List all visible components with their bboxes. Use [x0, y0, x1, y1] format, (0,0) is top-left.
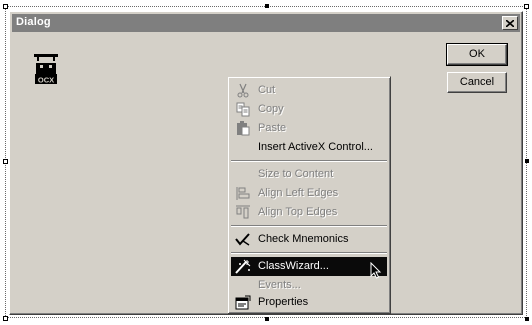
menu-item-classwizard[interactable]: ClassWizard...	[231, 257, 387, 276]
classwizard-icon	[235, 259, 251, 274]
dialog-title-bar[interactable]: Dialog	[12, 14, 520, 32]
menu-item-label: Check Mnemonics	[258, 233, 349, 245]
align-top-icon	[236, 205, 250, 219]
menu-item-label: Cut	[258, 84, 276, 96]
menu-item-label: Size to Content	[258, 168, 334, 180]
activex-control-label: OCX	[38, 76, 54, 85]
menu-separator	[231, 225, 387, 227]
menu-item-label: ClassWizard...	[258, 260, 329, 272]
mouse-pointer-icon	[370, 262, 382, 279]
menu-item-size-to-content[interactable]: Size to Content	[231, 165, 387, 184]
resize-handle-bottom-left	[3, 316, 8, 321]
context-menu: Cut Copy Paste Insert ActiveX Control...…	[227, 76, 391, 314]
resize-handle-bottom-right[interactable]	[525, 317, 529, 321]
align-left-icon	[236, 187, 250, 200]
menu-item-label: Align Left Edges	[258, 187, 339, 199]
cancel-button[interactable]: Cancel	[447, 72, 507, 93]
menu-item-label: Insert ActiveX Control...	[258, 141, 373, 153]
close-icon	[506, 19, 514, 27]
properties-icon	[235, 295, 251, 310]
menu-item-check-mnemonics[interactable]: Check Mnemonics	[231, 230, 387, 249]
menu-item-insert-activex-control[interactable]: Insert ActiveX Control...	[231, 138, 387, 157]
menu-item-label: Copy	[258, 103, 284, 115]
menu-item-label: Paste	[258, 122, 287, 134]
resize-handle-right[interactable]	[525, 159, 529, 163]
menu-separator	[231, 160, 387, 162]
menu-item-paste[interactable]: Paste	[231, 119, 387, 138]
menu-item-cut[interactable]: Cut	[231, 81, 387, 100]
menu-item-align-top-edges[interactable]: Align Top Edges	[231, 203, 387, 222]
menu-item-align-left-edges[interactable]: Align Left Edges	[231, 184, 387, 203]
menu-item-copy[interactable]: Copy	[231, 100, 387, 119]
dialog-title: Dialog	[16, 16, 51, 28]
menu-item-label: Align Top Edges	[258, 206, 338, 218]
check-mnemonics-icon	[235, 233, 250, 246]
menu-item-properties[interactable]: Properties	[231, 293, 387, 312]
menu-separator	[231, 252, 387, 254]
resize-handle-top[interactable]	[265, 4, 269, 8]
resize-handle-top-left	[3, 4, 8, 9]
activex-control-icon[interactable]: OCX	[34, 54, 58, 86]
copy-icon	[236, 102, 250, 117]
resize-handle-bottom[interactable]	[265, 317, 269, 321]
paste-icon	[237, 121, 250, 136]
scissors-icon	[237, 83, 249, 98]
resize-handle-top-right	[524, 4, 529, 9]
menu-item-label: Properties	[258, 296, 309, 308]
resize-handle-left	[3, 159, 8, 164]
close-button[interactable]	[502, 16, 518, 30]
ok-button[interactable]: OK	[446, 43, 508, 66]
